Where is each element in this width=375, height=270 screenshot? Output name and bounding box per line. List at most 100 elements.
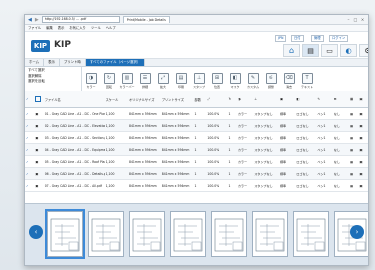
cell-select-check[interactable]: ▣	[34, 167, 44, 180]
cell-select-check[interactable]: ▣	[34, 155, 44, 168]
header-select[interactable]	[34, 91, 44, 108]
header-copies[interactable]: 部数	[193, 91, 207, 108]
tool-adjust[interactable]: ⚟ 調整	[262, 67, 280, 94]
header-layout[interactable]: ▦	[349, 91, 359, 108]
tool-position[interactable]: ⊞ 位置	[208, 67, 226, 94]
next-page-button[interactable]: ›	[350, 225, 364, 239]
cell-print-check[interactable]: ✓	[25, 167, 35, 180]
print-button[interactable]: ▤	[302, 44, 319, 57]
copy-button[interactable]: ◐	[340, 44, 357, 57]
browser-tab[interactable]: Print/Mobile - Job Details	[122, 16, 170, 23]
cell-print-check[interactable]: ✓	[25, 131, 35, 144]
forward-icon[interactable]: ▶	[35, 17, 39, 23]
table-row[interactable]: ✓ ▣ 07 - Gray CAD Line - A1 - DC - All.pdf…	[25, 179, 368, 192]
menu-help[interactable]: ヘルプ	[106, 25, 116, 31]
cell-print-check[interactable]: ✓	[25, 179, 35, 192]
cell-layout[interactable]: ▦	[349, 107, 359, 120]
cell-extra[interactable]: ▣	[358, 179, 368, 192]
cell-select-check[interactable]: ▣	[34, 131, 44, 144]
header-logo[interactable]: ◧	[295, 91, 317, 108]
tool-details[interactable]: ☰ 詳細	[136, 67, 154, 94]
cell-select-check[interactable]: ▣	[34, 179, 44, 192]
tab-all-files[interactable]: すべてのファイル（ページ選択）	[85, 59, 146, 66]
table-row[interactable]: ✓ ▣ 06 - Gray CAD Line - A1 - DC - Details…	[25, 167, 368, 180]
page-thumbnail[interactable]	[45, 209, 85, 259]
cell-layout[interactable]: ▦	[349, 119, 359, 132]
cell-select-check[interactable]: ▣	[34, 143, 44, 156]
tool-text[interactable]: T テキスト	[298, 67, 316, 94]
header-print-size[interactable]: プリントサイズ	[160, 91, 194, 108]
cell-extra[interactable]: ▣	[358, 155, 368, 168]
settings-button[interactable]: ⚙	[359, 44, 368, 57]
header-extra[interactable]: ▣	[358, 91, 368, 108]
header-scale[interactable]: スケール	[104, 91, 128, 108]
invert-selection-link[interactable]: 選択を反転	[28, 79, 78, 85]
header-pen[interactable]: ✎	[316, 91, 333, 108]
close-icon[interactable]: ×	[360, 17, 365, 22]
table-row[interactable]: ✓ ▣ 05 - Gray CAD Line - A1 - DC - Roof Pl…	[25, 155, 368, 168]
table-row[interactable]: ✓▣04 - Gray CAD Line - A1 - DC - Equipme…	[25, 143, 368, 156]
minimize-icon[interactable]: –	[346, 17, 351, 22]
tool-colorbar[interactable]: ▥ カラーバー	[118, 67, 136, 94]
table-row[interactable]: ✓ ▣ 02 - Gray CAD Line - A1 - DC - Elevati…	[25, 119, 368, 132]
tool-stamp[interactable]: ⊥ スタンプ	[190, 67, 208, 94]
cell-layout[interactable]: ▦	[349, 143, 359, 156]
cell-extra[interactable]: ▣	[358, 167, 368, 180]
menu-view[interactable]: 表示	[58, 25, 65, 31]
cell-print-check[interactable]: ✓	[25, 107, 35, 120]
language-button[interactable]: JPN	[275, 35, 287, 42]
page-thumbnail[interactable]	[252, 211, 288, 257]
menu-file[interactable]: ファイル	[28, 25, 41, 31]
home-button[interactable]: ⌂	[283, 44, 300, 57]
cell-print-check[interactable]: ✓	[25, 143, 35, 156]
tab-view[interactable]: 表示	[44, 59, 60, 66]
header-original-size[interactable]: オリジナルサイズ	[127, 91, 161, 108]
cell-extra[interactable]: ▣	[358, 131, 368, 144]
header-count[interactable]: ↻	[227, 91, 237, 108]
prev-page-button[interactable]: ‹	[29, 225, 43, 239]
cell-layout[interactable]: ▦	[349, 131, 359, 144]
cell-extra[interactable]: ▣	[358, 119, 368, 132]
maximize-icon[interactable]: □	[353, 17, 358, 22]
tool-erase[interactable]: ⌫ 消去	[280, 67, 298, 94]
admin-button[interactable]: 管理	[311, 35, 324, 42]
tool-zoom[interactable]: ⤢ 拡大	[154, 67, 172, 94]
header-none[interactable]: ⊞	[332, 91, 350, 108]
cell-print-check[interactable]: ✓	[25, 155, 35, 168]
header-standard[interactable]: ▣	[278, 91, 296, 108]
cell-select-check[interactable]: ▣	[34, 119, 44, 132]
header-print[interactable]: ✓	[25, 91, 35, 108]
page-thumbnail[interactable]	[293, 211, 329, 257]
cell-layout[interactable]: ▦	[349, 167, 359, 180]
address-bar[interactable]: http://192.168.0.5/ … .pdf	[41, 16, 120, 23]
cell-layout[interactable]: ▦	[349, 155, 359, 168]
header-zoom[interactable]: ⤢	[206, 91, 228, 108]
page-thumbnail[interactable]	[211, 211, 247, 257]
page-thumbnail[interactable]	[170, 211, 206, 257]
tool-color[interactable]: ◑ カラー	[82, 67, 100, 94]
header-color[interactable]: ◑	[236, 91, 254, 108]
menu-edit[interactable]: 編集	[46, 25, 53, 31]
page-thumbnail[interactable]	[88, 211, 124, 257]
date-button[interactable]: 日付	[291, 35, 304, 42]
page-thumbnail[interactable]	[129, 211, 165, 257]
cell-layout[interactable]: ▦	[349, 179, 359, 192]
menu-tools[interactable]: ツール	[91, 25, 101, 31]
scan-button[interactable]: ▭	[321, 44, 338, 57]
tool-rotate[interactable]: ↻ 回転	[100, 67, 118, 94]
tool-custom[interactable]: ✎ カスタム	[244, 67, 262, 94]
tool-print[interactable]: ▤ 印刷	[172, 67, 190, 94]
cell-select-check[interactable]: ▣	[34, 107, 44, 120]
tab-home[interactable]: ホーム	[25, 59, 45, 66]
back-icon[interactable]: ◀	[28, 17, 32, 23]
header-stamp[interactable]: ⊥	[253, 91, 279, 108]
cell-print-check[interactable]: ✓	[25, 119, 35, 132]
table-row[interactable]: ✓ ▣ 03 - Gray CAD Line - A1 - DC - Section…	[25, 131, 368, 144]
tool-mask[interactable]: ◧ マスク	[226, 67, 244, 94]
header-filename[interactable]: ファイル名	[43, 91, 105, 108]
tab-print[interactable]: プリント時	[60, 59, 86, 66]
login-button[interactable]: ログイン	[329, 35, 349, 42]
cell-extra[interactable]: ▣	[358, 107, 368, 120]
cell-extra[interactable]: ▣	[358, 143, 368, 156]
menu-favorites[interactable]: お気に入り	[69, 25, 85, 31]
